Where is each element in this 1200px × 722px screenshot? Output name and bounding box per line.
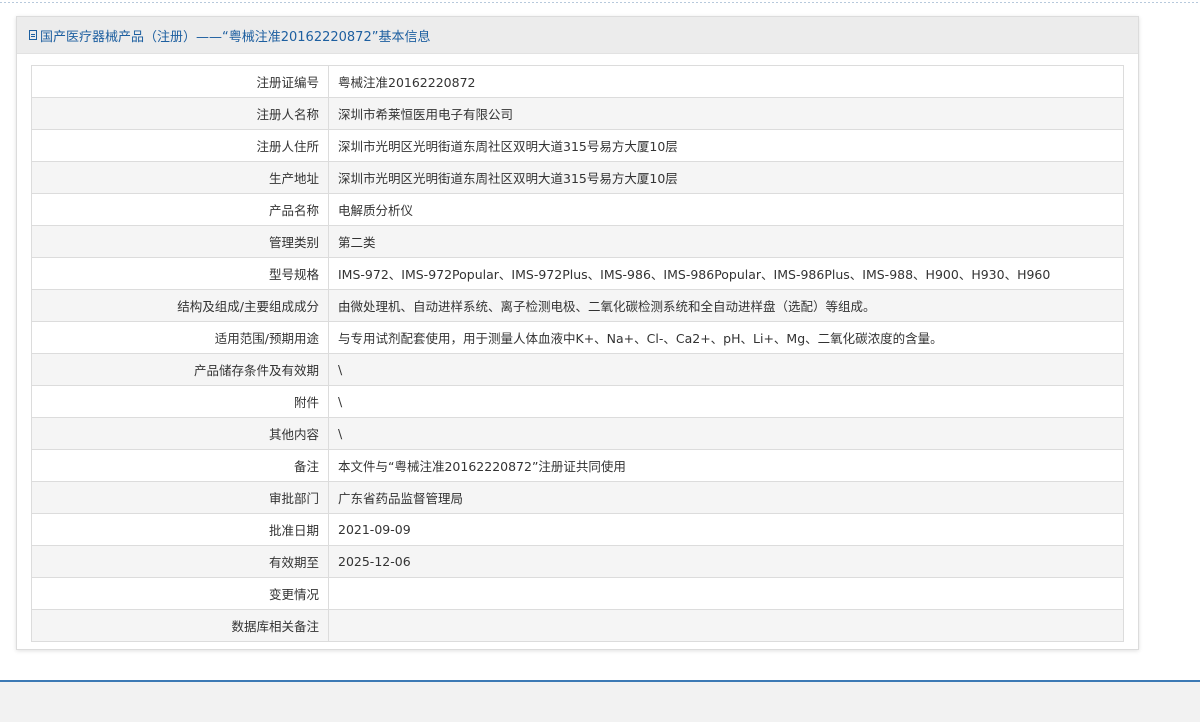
row-label: 型号规格 bbox=[31, 257, 329, 290]
row-value: \ bbox=[328, 385, 1124, 418]
row-value: \ bbox=[328, 417, 1124, 450]
row-value: 深圳市光明区光明街道东周社区双明大道315号易方大厦10层 bbox=[328, 129, 1124, 162]
row-label: 其他内容 bbox=[31, 417, 329, 450]
row-label: 产品名称 bbox=[31, 193, 329, 226]
row-value: 本文件与“粤械注准20162220872”注册证共同使用 bbox=[328, 449, 1124, 482]
row-value: 广东省药品监督管理局 bbox=[328, 481, 1124, 514]
table-row: 数据库相关备注 bbox=[31, 609, 1124, 642]
table-row: 有效期至 2025-12-06 bbox=[31, 545, 1124, 578]
row-label: 注册人名称 bbox=[31, 97, 329, 130]
table-row: 型号规格 IMS-972、IMS-972Popular、IMS-972Plus、I… bbox=[31, 257, 1124, 290]
table-row: 审批部门 广东省药品监督管理局 bbox=[31, 481, 1124, 514]
table-row: 注册人名称 深圳市希莱恒医用电子有限公司 bbox=[31, 97, 1124, 130]
row-label: 生产地址 bbox=[31, 161, 329, 194]
table-row: 附件 \ bbox=[31, 385, 1124, 418]
info-table: 注册证编号 粤械注准20162220872 注册人名称 深圳市希莱恒医用电子有限公司注… bbox=[31, 65, 1124, 642]
table-row: 其他内容 \ bbox=[31, 417, 1124, 450]
row-value bbox=[328, 609, 1124, 642]
table-row: 备注 本文件与“粤械注准20162220872”注册证共同使用 bbox=[31, 449, 1124, 482]
row-value: 电解质分析仪 bbox=[328, 193, 1124, 226]
row-label: 适用范围/预期用途 bbox=[31, 321, 329, 354]
row-label: 数据库相关备注 bbox=[31, 609, 329, 642]
row-value: 由微处理机、自动进样系统、离子检测电极、二氧化碳检测系统和全自动进样盘（选配）等… bbox=[328, 289, 1124, 322]
row-value: 深圳市光明区光明街道东周社区双明大道315号易方大厦10层 bbox=[328, 161, 1124, 194]
row-label: 备注 bbox=[31, 449, 329, 482]
table-row: 结构及组成/主要组成成分 由微处理机、自动进样系统、离子检测电极、二氧化碳检测系统… bbox=[31, 289, 1124, 322]
table-row: 批准日期 2021-09-09 bbox=[31, 513, 1124, 546]
panel-header: 国产医疗器械产品（注册）——“粤械注准20162220872”基本信息 bbox=[17, 17, 1138, 54]
document-icon bbox=[29, 30, 37, 40]
row-value: \ bbox=[328, 353, 1124, 386]
row-label: 产品储存条件及有效期 bbox=[31, 353, 329, 386]
table-row: 变更情况 bbox=[31, 577, 1124, 610]
table-row: 生产地址 深圳市光明区光明街道东周社区双明大道315号易方大厦10层 bbox=[31, 161, 1124, 194]
row-label: 批准日期 bbox=[31, 513, 329, 546]
row-value: 深圳市希莱恒医用电子有限公司 bbox=[328, 97, 1124, 130]
table-row: 适用范围/预期用途 与专用试剂配套使用，用于测量人体血液中K+、Na+、Cl-、C… bbox=[31, 321, 1124, 354]
top-dotted-rule bbox=[0, 0, 1200, 6]
row-value: 2021-09-09 bbox=[328, 513, 1124, 546]
row-value: IMS-972、IMS-972Popular、IMS-972Plus、IMS-9… bbox=[328, 257, 1124, 290]
row-value: 与专用试剂配套使用，用于测量人体血液中K+、Na+、Cl-、Ca2+、pH、Li… bbox=[328, 321, 1124, 354]
table-row: 管理类别 第二类 bbox=[31, 225, 1124, 258]
info-panel: 国产医疗器械产品（注册）——“粤械注准20162220872”基本信息 注册证编… bbox=[16, 16, 1139, 650]
panel-title: 国产医疗器械产品（注册）——“粤械注准20162220872”基本信息 bbox=[40, 29, 431, 45]
table-row: 产品储存条件及有效期 \ bbox=[31, 353, 1124, 386]
row-label: 变更情况 bbox=[31, 577, 329, 610]
row-value: 第二类 bbox=[328, 225, 1124, 258]
row-value: 2025-12-06 bbox=[328, 545, 1124, 578]
row-label: 审批部门 bbox=[31, 481, 329, 514]
row-value: 粤械注准20162220872 bbox=[328, 65, 1124, 98]
row-label: 管理类别 bbox=[31, 225, 329, 258]
row-label: 有效期至 bbox=[31, 545, 329, 578]
row-label: 注册证编号 bbox=[31, 65, 329, 98]
row-label: 附件 bbox=[31, 385, 329, 418]
footer-bar bbox=[0, 680, 1200, 722]
table-row: 产品名称 电解质分析仪 bbox=[31, 193, 1124, 226]
table-row: 注册证编号 粤械注准20162220872 bbox=[31, 65, 1124, 98]
table-row: 注册人住所 深圳市光明区光明街道东周社区双明大道315号易方大厦10层 bbox=[31, 129, 1124, 162]
row-label: 结构及组成/主要组成成分 bbox=[31, 289, 329, 322]
row-label: 注册人住所 bbox=[31, 129, 329, 162]
row-value bbox=[328, 577, 1124, 610]
